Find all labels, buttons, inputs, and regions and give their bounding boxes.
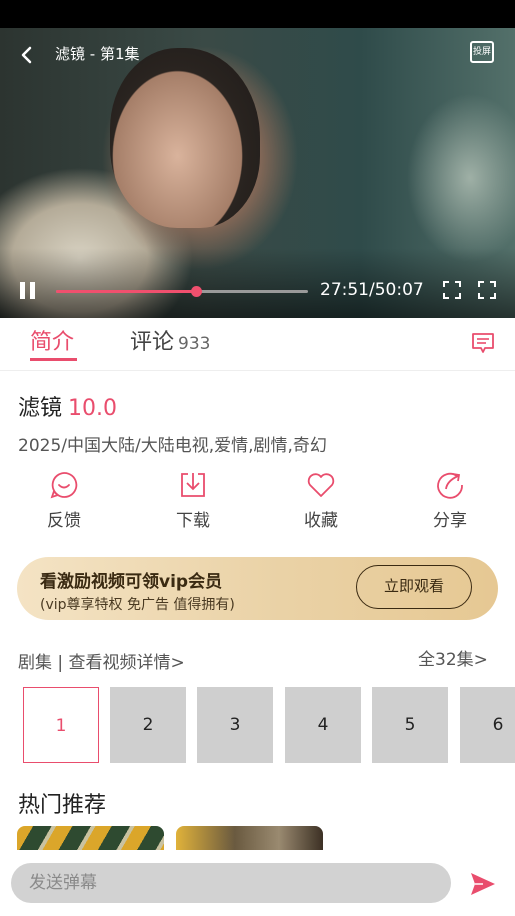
video-frame xyxy=(110,48,260,228)
feedback-label: 反馈 xyxy=(47,511,81,531)
episode-item[interactable]: 5 xyxy=(372,687,448,763)
show-name: 滤镜 xyxy=(18,396,63,421)
vip-subtitle: (vip尊享特权 免广告 值得拥有) xyxy=(40,597,235,613)
cast-icon-label: 投屏 xyxy=(472,47,491,57)
time-display: 27:51/50:07 xyxy=(320,280,424,300)
episode-item[interactable]: 6 xyxy=(460,687,515,763)
all-episodes-link[interactable]: 全32集> xyxy=(418,645,488,670)
fit-screen-icon[interactable] xyxy=(443,281,461,299)
favorite-label: 收藏 xyxy=(304,511,338,531)
watch-now-button[interactable]: 立即观看 xyxy=(356,565,472,609)
episode-list: 1 2 3 4 5 6 xyxy=(0,687,515,763)
chevron-left-icon xyxy=(21,46,32,64)
hot-recommend-title: 热门推荐 xyxy=(18,793,107,818)
send-icon[interactable] xyxy=(469,871,497,897)
tab-intro[interactable]: 简介 xyxy=(30,324,74,356)
episodes-heading[interactable]: 剧集 | 查看视频详情> xyxy=(18,648,185,673)
share-button[interactable]: 分享 xyxy=(415,470,485,531)
danmaku-toggle-icon[interactable] xyxy=(471,332,495,354)
comment-count: 933 xyxy=(178,334,211,354)
video-player[interactable]: 滤镜 - 第1集 投屏 27:51/50:07 xyxy=(0,28,515,318)
tab-active-indicator xyxy=(30,358,77,361)
feedback-button[interactable]: 反馈 xyxy=(29,470,99,531)
video-title: 滤镜 - 第1集 xyxy=(55,45,140,63)
cast-button[interactable]: 投屏 xyxy=(470,41,494,63)
pause-button[interactable] xyxy=(20,282,36,299)
progress-bar[interactable] xyxy=(56,286,308,297)
fullscreen-icon[interactable] xyxy=(478,281,496,299)
download-button[interactable]: 下载 xyxy=(158,470,228,531)
pause-icon xyxy=(20,282,25,299)
share-icon xyxy=(437,472,463,499)
danmaku-bar xyxy=(0,850,515,916)
download-icon xyxy=(181,473,205,497)
vip-title: 看激励视频可领vip会员 xyxy=(40,572,223,592)
vip-banner[interactable]: 看激励视频可领vip会员 (vip尊享特权 免广告 值得拥有) 立即观看 xyxy=(17,557,498,620)
tab-comments-label: 评论 xyxy=(130,330,175,355)
episode-item[interactable]: 1 xyxy=(23,687,99,763)
download-label: 下载 xyxy=(176,511,210,531)
episode-item[interactable]: 3 xyxy=(197,687,273,763)
show-score: 10.0 xyxy=(68,396,117,421)
heart-icon xyxy=(307,473,335,497)
detail-tabs: 简介 评论 933 xyxy=(0,318,515,371)
back-button[interactable] xyxy=(16,44,38,66)
action-bar: 反馈 下载 收藏 分享 xyxy=(0,470,515,534)
show-meta: 2025/中国大陆/大陆电视,爱情,剧情,奇幻 xyxy=(18,436,327,456)
episode-item[interactable]: 2 xyxy=(110,687,186,763)
status-bar xyxy=(0,0,515,28)
feedback-icon xyxy=(50,472,78,499)
show-title: 滤镜 10.0 xyxy=(18,390,117,422)
danmaku-input[interactable] xyxy=(11,863,451,903)
progress-fill xyxy=(56,290,197,293)
episode-item[interactable]: 4 xyxy=(285,687,361,763)
tab-comments[interactable]: 评论 933 xyxy=(130,324,210,356)
favorite-button[interactable]: 收藏 xyxy=(286,470,356,531)
share-label: 分享 xyxy=(433,511,467,531)
